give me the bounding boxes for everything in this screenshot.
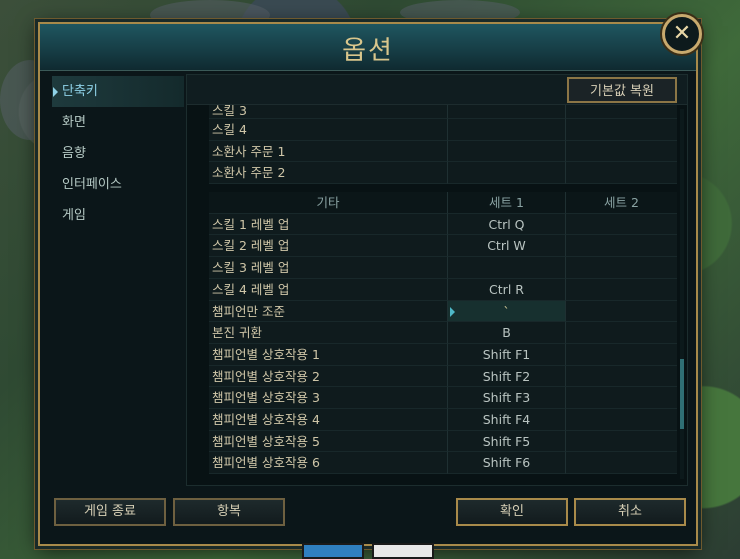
keybind-set1[interactable]: Ctrl W bbox=[447, 235, 565, 258]
keybind-set2[interactable] bbox=[565, 365, 677, 388]
keybind-set2[interactable] bbox=[565, 300, 677, 323]
panel-scrollbar[interactable] bbox=[680, 109, 684, 479]
cancel-button[interactable]: 취소 bbox=[574, 498, 686, 526]
keybind-set2[interactable] bbox=[565, 140, 677, 163]
keybind-set1[interactable]: ` bbox=[447, 300, 565, 323]
keybind-set1[interactable] bbox=[447, 257, 565, 279]
keybind-set1[interactable] bbox=[447, 105, 565, 119]
keybind-set1[interactable] bbox=[447, 140, 565, 163]
dialog-title-bar: 옵션 bbox=[40, 24, 696, 71]
sidebar-item-video[interactable]: 화면 bbox=[52, 107, 184, 138]
table-row: 챔피언별 상호작용 1 Shift F1 bbox=[209, 343, 677, 366]
table-row: 스킬 4 bbox=[209, 119, 677, 141]
keybind-action: 스킬 4 bbox=[209, 119, 447, 141]
keybind-action: 챔피언별 상호작용 2 bbox=[209, 365, 447, 388]
keybind-action: 챔피언별 상호작용 1 bbox=[209, 343, 447, 366]
keybind-action: 챔피언만 조준 bbox=[209, 300, 447, 323]
hotkeys-panel: 기본값 복원 스킬 3 스킬 4 소환사 주문 1 소환사 주문 2 기타 세트… bbox=[186, 74, 688, 486]
keybind-action: 스킬 4 레벨 업 bbox=[209, 278, 447, 301]
keybind-action: 챔피언별 상호작용 3 bbox=[209, 387, 447, 409]
table-row: 스킬 4 레벨 업 Ctrl R bbox=[209, 278, 677, 301]
close-icon[interactable]: ✕ bbox=[662, 14, 702, 54]
table-row: 챔피언별 상호작용 6 Shift F6 bbox=[209, 452, 677, 474]
column-header-set2: 세트 2 bbox=[565, 192, 677, 214]
keybind-set2[interactable] bbox=[565, 162, 677, 185]
keybind-set2[interactable] bbox=[565, 430, 677, 453]
keybind-table: 스킬 3 스킬 4 소환사 주문 1 소환사 주문 2 기타 세트 1 세트 2… bbox=[209, 105, 677, 474]
keybind-set2[interactable] bbox=[565, 343, 677, 366]
hud-icon-left bbox=[302, 543, 364, 559]
keybind-set2[interactable] bbox=[565, 235, 677, 258]
section-gap bbox=[209, 184, 677, 193]
restore-defaults-button[interactable]: 기본값 복원 bbox=[567, 77, 677, 103]
keybind-action: 챔피언별 상호작용 4 bbox=[209, 408, 447, 431]
table-row: 챔피언별 상호작용 5 Shift F5 bbox=[209, 430, 677, 453]
keybind-action: 스킬 3 레벨 업 bbox=[209, 257, 447, 279]
keybind-set2[interactable] bbox=[565, 278, 677, 301]
sidebar-item-game[interactable]: 게임 bbox=[52, 200, 184, 231]
ok-button[interactable]: 확인 bbox=[456, 498, 568, 526]
keybind-set1[interactable]: B bbox=[447, 322, 565, 344]
table-row: 스킬 3 bbox=[209, 105, 677, 119]
options-sidebar: 단축키 화면 음향 인터페이스 게임 bbox=[52, 76, 184, 231]
quit-game-button[interactable]: 게임 종료 bbox=[54, 498, 166, 526]
table-row: 스킬 2 레벨 업 Ctrl W bbox=[209, 235, 677, 258]
keybind-action: 본진 귀환 bbox=[209, 322, 447, 344]
keybind-set2[interactable] bbox=[565, 452, 677, 474]
keybind-set1[interactable]: Shift F5 bbox=[447, 430, 565, 453]
keybind-set1[interactable] bbox=[447, 119, 565, 141]
keybind-set1[interactable]: Shift F4 bbox=[447, 408, 565, 431]
table-row: 본진 귀환 B bbox=[209, 322, 677, 344]
keybind-set1[interactable]: Shift F2 bbox=[447, 365, 565, 388]
keybind-set1[interactable]: Shift F3 bbox=[447, 387, 565, 409]
hud-icon-right bbox=[372, 543, 434, 559]
keybind-set1[interactable] bbox=[447, 162, 565, 185]
keybind-set2[interactable] bbox=[565, 387, 677, 409]
keybind-set2[interactable] bbox=[565, 257, 677, 279]
table-row: 소환사 주문 1 bbox=[209, 140, 677, 163]
surrender-button[interactable]: 항복 bbox=[173, 498, 285, 526]
table-row: 챔피언별 상호작용 3 Shift F3 bbox=[209, 387, 677, 409]
keybind-set2[interactable] bbox=[565, 408, 677, 431]
keybind-set2[interactable] bbox=[565, 105, 677, 119]
keybind-set1[interactable]: Shift F6 bbox=[447, 452, 565, 474]
sidebar-item-sound[interactable]: 음향 bbox=[52, 138, 184, 169]
table-row: 챔피언별 상호작용 4 Shift F4 bbox=[209, 408, 677, 431]
table-header-row: 기타 세트 1 세트 2 bbox=[209, 192, 677, 214]
keybind-set2[interactable] bbox=[565, 322, 677, 344]
sidebar-item-hotkeys[interactable]: 단축키 bbox=[52, 76, 184, 107]
scrollbar-thumb[interactable] bbox=[680, 359, 684, 429]
keybind-action: 소환사 주문 1 bbox=[209, 140, 447, 163]
keybind-set2[interactable] bbox=[565, 119, 677, 141]
sidebar-item-interface[interactable]: 인터페이스 bbox=[52, 169, 184, 200]
panel-toolbar: 기본값 복원 bbox=[187, 75, 687, 105]
table-row: 스킬 1 레벨 업 Ctrl Q bbox=[209, 213, 677, 236]
keybind-set1[interactable]: Ctrl R bbox=[447, 278, 565, 301]
hud-bottom-bar bbox=[298, 543, 438, 559]
table-row: 챔피언별 상호작용 2 Shift F2 bbox=[209, 365, 677, 388]
column-header-set1: 세트 1 bbox=[447, 192, 565, 214]
keybind-action: 챔피언별 상호작용 6 bbox=[209, 452, 447, 474]
column-header-action: 기타 bbox=[209, 192, 447, 214]
table-row-focused: 챔피언만 조준 ` bbox=[209, 300, 677, 323]
table-row: 소환사 주문 2 bbox=[209, 162, 677, 185]
keybind-action: 스킬 1 레벨 업 bbox=[209, 213, 447, 236]
keybind-set2[interactable] bbox=[565, 213, 677, 236]
keybind-action: 챔피언별 상호작용 5 bbox=[209, 430, 447, 453]
keybind-action: 스킬 3 bbox=[209, 105, 447, 119]
keybind-action: 스킬 2 레벨 업 bbox=[209, 235, 447, 258]
keybind-action: 소환사 주문 2 bbox=[209, 162, 447, 185]
dialog-title: 옵션 bbox=[342, 36, 394, 66]
keybind-set1[interactable]: Shift F1 bbox=[447, 343, 565, 366]
keybind-set1[interactable]: Ctrl Q bbox=[447, 213, 565, 236]
table-row: 스킬 3 레벨 업 bbox=[209, 257, 677, 279]
options-dialog: 옵션 ✕ 단축키 화면 음향 인터페이스 게임 기본값 복원 스킬 3 스킬 4… bbox=[38, 14, 702, 546]
